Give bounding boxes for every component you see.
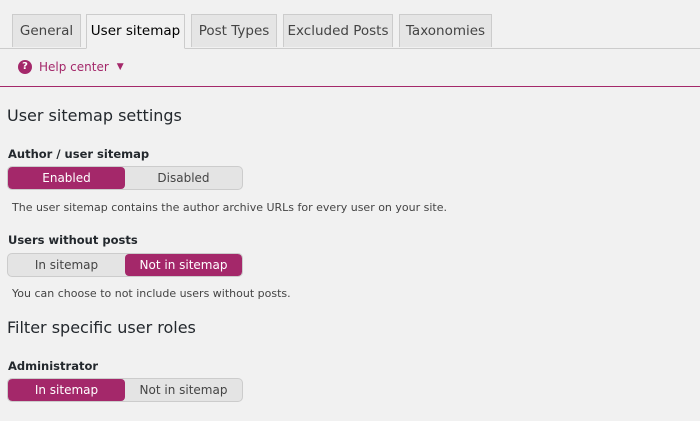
caret-down-icon: ▼ — [116, 62, 124, 72]
tab-taxonomies[interactable]: Taxonomies — [399, 14, 492, 47]
author-sitemap-description: The user sitemap contains the author arc… — [12, 201, 447, 214]
section-title: User sitemap settings — [7, 106, 182, 125]
users-without-posts-in-sitemap[interactable]: In sitemap — [8, 254, 125, 276]
help-center-label: Help center — [39, 60, 109, 74]
question-circle-icon: ? — [18, 60, 32, 74]
administrator-toggle: In sitemap Not in sitemap — [7, 378, 243, 402]
roles-title: Filter specific user roles — [7, 318, 196, 337]
administrator-label: Administrator — [8, 359, 99, 373]
author-sitemap-enabled[interactable]: Enabled — [8, 167, 125, 189]
tab-post-types[interactable]: Post Types — [191, 14, 277, 47]
help-center-bar: ? Help center ▼ — [0, 48, 700, 87]
author-sitemap-disabled[interactable]: Disabled — [125, 167, 242, 189]
administrator-in-sitemap[interactable]: In sitemap — [8, 379, 125, 401]
tab-user-sitemap[interactable]: User sitemap — [86, 14, 185, 49]
tab-bar: General User sitemap Post Types Excluded… — [0, 0, 700, 49]
administrator-not-in-sitemap[interactable]: Not in sitemap — [125, 379, 242, 401]
tab-excluded-posts[interactable]: Excluded Posts — [283, 14, 393, 47]
author-sitemap-toggle: Enabled Disabled — [7, 166, 243, 190]
author-sitemap-label: Author / user sitemap — [8, 147, 150, 161]
users-without-posts-toggle: In sitemap Not in sitemap — [7, 253, 243, 277]
users-without-posts-label: Users without posts — [8, 233, 138, 247]
tab-general[interactable]: General — [12, 14, 81, 47]
users-without-posts-not-in-sitemap[interactable]: Not in sitemap — [125, 254, 242, 276]
help-center-button[interactable]: ? Help center ▼ — [18, 59, 124, 75]
users-without-posts-description: You can choose to not include users with… — [12, 287, 291, 300]
